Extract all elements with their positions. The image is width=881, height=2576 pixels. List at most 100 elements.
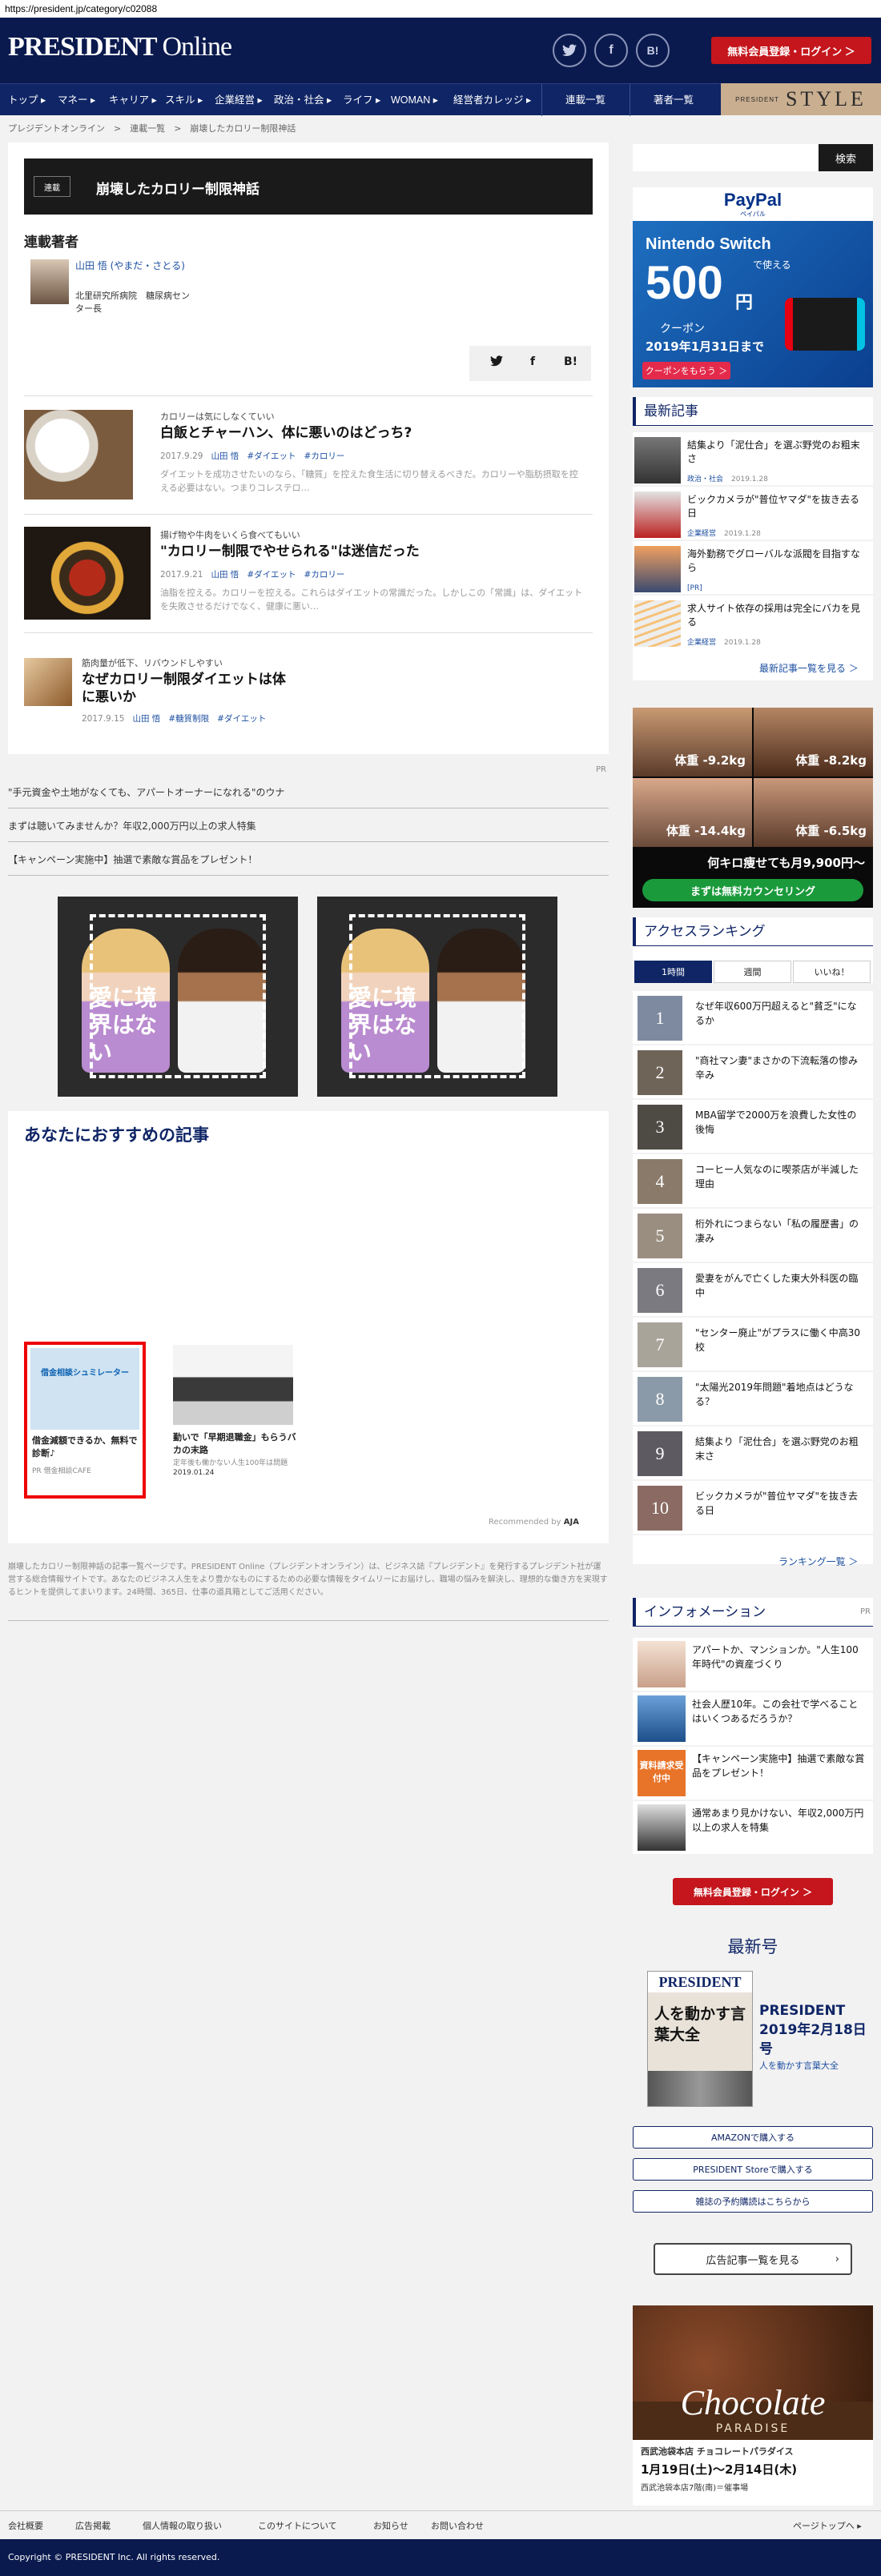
rank-number: 9 [638, 1431, 682, 1476]
article-tag[interactable]: #カロリー [304, 451, 345, 461]
footer-link-company[interactable]: 会社概要 [8, 2519, 43, 2532]
tab-likes[interactable]: いいね！ [793, 961, 871, 983]
page-top-link[interactable]: ページトップへ ▸ [793, 2519, 862, 2532]
article-author[interactable]: 山田 悟 [211, 451, 239, 461]
latest-heading: 最新記事 [633, 397, 873, 426]
pr-link[interactable]: 【キャンペーン実施中】抽選で素敵な賞品をプレゼント！ [8, 844, 609, 876]
nav-item-life[interactable]: ライフ ▸ [343, 84, 380, 116]
ranking-item[interactable]: 6 愛妻をがんで亡くした東大外科医の臨中 [633, 1263, 873, 1316]
recommend-item[interactable]: 借金相談シュミレーター 借金減額できるか、無料で診断♪ PR 借金相談CAFE [24, 1342, 146, 1499]
url-bar[interactable]: https://president.jp/category/c02088 [0, 0, 881, 18]
nav-item-politics[interactable]: 政治・社会 ▸ [274, 84, 332, 116]
search-input[interactable] [633, 144, 819, 171]
login-button[interactable]: 無料会員登録・ログイン ＞ [711, 37, 871, 64]
article-thumbnail[interactable] [24, 527, 151, 620]
ranking-item[interactable]: 9 結集より「泥仕合」を選ぶ野党のお粗末さ [633, 1426, 873, 1479]
display-ad[interactable]: 愛に境界はない [58, 897, 298, 1097]
article-thumbnail[interactable] [24, 410, 133, 500]
nav-item-career[interactable]: キャリア ▸ [109, 84, 157, 116]
latest-article[interactable]: ビックカメラが"普位ヤマダ"を抜き去る日 企業経営 2019.1.28 [633, 487, 873, 540]
tab-1hour[interactable]: 1時間 [634, 961, 712, 983]
footer-link-contact[interactable]: お問い合わせ [431, 2519, 484, 2532]
info-item[interactable]: 社会人歴10年。この会社で学べることはいくつあるだろうか？ [633, 1692, 873, 1745]
latest-thumb [634, 546, 681, 592]
facebook-icon[interactable]: f [594, 34, 628, 67]
buy-store-button[interactable]: PRESIDENT Storeで購入する [633, 2158, 873, 2181]
footer-link-about[interactable]: このサイトについて [258, 2519, 337, 2532]
ranking-item[interactable]: 3 MBA留学で2000万を浪費した女性の後悔 [633, 1100, 873, 1153]
latest-more-link[interactable]: 最新記事一覧を見る ＞ [759, 661, 859, 675]
hatena-bookmark-icon[interactable]: B! [636, 34, 670, 67]
ranking-item[interactable]: 10 ビックカメラが"普位ヤマダ"を抜き去る日 [633, 1481, 873, 1534]
nav-item-top[interactable]: トップ ▸ [8, 84, 46, 116]
recommend-item[interactable]: 勤いで「早期退職金」もらうバカの末路 定年後も働かない人生100年は問題 201… [173, 1345, 298, 1477]
nav-item-college[interactable]: 経営者カレッジ ▸ [453, 84, 531, 116]
pr-link[interactable]: "手元資金や土地がなくても、アパートオーナーになれる"のウナ [8, 776, 609, 809]
diet-ad-cta[interactable]: まずは無料カウンセリング [642, 879, 863, 901]
info-item[interactable]: 資料請求受付中 【キャンペーン実施中】抽選で素敵な賞品をプレゼント！ [633, 1747, 873, 1800]
paypal-cta[interactable]: クーポンをもらう ＞ [642, 362, 730, 379]
choco-title: Chocolate [680, 2383, 826, 2422]
author-role: 北里研究所病院 糖尿病センター長 [75, 291, 190, 314]
login-button[interactable]: 無料会員登録・ログイン ＞ [673, 1878, 833, 1905]
facebook-icon[interactable]: f [530, 355, 535, 368]
author-photo[interactable] [30, 259, 69, 304]
ranking-item[interactable]: 1 なぜ年収600万円超えると"貧乏"になるか [633, 991, 873, 1044]
buy-amazon-button[interactable]: AMAZONで購入する [633, 2126, 873, 2149]
ad-list-button[interactable]: 広告記事一覧を見る › [654, 2243, 852, 2275]
issue-title[interactable]: PRESIDENT 2019年2月18日号 [759, 2001, 871, 2059]
ranking-title: "太陽光2019年問題"着地点はどうなる？ [695, 1382, 854, 1407]
ranking-item[interactable]: 8 "太陽光2019年問題"着地点はどうなる？ [633, 1372, 873, 1425]
twitter-icon[interactable] [553, 34, 586, 67]
ranking-item[interactable]: 5 桁外れにつまらない「私の履歴書」の凄み [633, 1209, 873, 1262]
ranking-item[interactable]: 4 コーヒー人気なのに喫茶店が半減した理由 [633, 1154, 873, 1207]
footer-link-news[interactable]: お知らせ [373, 2519, 408, 2532]
article-tag[interactable]: #ダイエット [247, 451, 296, 461]
article-tag[interactable]: #カロリー [304, 570, 345, 580]
ranking-more-link[interactable]: ランキング一覧 ＞ [778, 1555, 858, 1568]
nav-series-list[interactable]: 連載一覧 [565, 84, 605, 116]
magazine-cover[interactable]: PRESIDENT 人を動かす言葉大全 [647, 1971, 753, 2107]
display-ad[interactable]: 愛に境界はない [317, 897, 557, 1097]
article-title[interactable]: 白飯とチャーハン、体に悪いのはどっち? [160, 424, 412, 442]
twitter-icon[interactable] [490, 355, 503, 370]
article-author[interactable]: 山田 悟 [211, 570, 239, 580]
search-button[interactable]: 検索 [819, 144, 873, 171]
ranking-item[interactable]: 7 "センター廃止"がプラスに働く中高30校 [633, 1318, 873, 1370]
latest-article[interactable]: 結集より「泥仕合」を選ぶ野党のお粗末さ 政治・社会 2019.1.28 [633, 432, 873, 485]
article-title[interactable]: なぜカロリー制限ダイエットは体に悪いか [82, 671, 290, 706]
author-name[interactable]: 山田 悟 (やまだ・さとる) [75, 259, 195, 273]
article-title[interactable]: "カロリー制限でやせられる"は迷信だった [160, 543, 420, 560]
ranking-item[interactable]: 2 "商社マン妻"まさかの下流転落の惨み辛み [633, 1045, 873, 1098]
article-tag[interactable]: #糖質制限 [168, 714, 209, 724]
nav-item-management[interactable]: 企業経営 ▸ [215, 84, 263, 116]
site-logo[interactable]: PRESIDENT Online [8, 32, 232, 62]
subscribe-button[interactable]: 雑誌の予約購読はこちらから [633, 2190, 873, 2213]
article-thumbnail[interactable] [24, 658, 72, 706]
info-thumb [638, 1641, 686, 1687]
info-item[interactable]: アパートか、マンションか。"人生100年時代"の資産づくり [633, 1638, 873, 1691]
hatena-bookmark-icon[interactable]: B! [564, 355, 577, 368]
chocolate-paradise-ad[interactable]: Chocolate PARADISE 西武池袋本店 チョコレートパラダイス 1月… [633, 2305, 873, 2506]
paypal-ad[interactable]: PayPal ペイパル Nintendo Switch で使える 500 円 ク… [633, 187, 873, 387]
pr-link[interactable]: まずは聴いてみませんか？年収2,000万円以上の求人特集 [8, 810, 609, 842]
article-tag[interactable]: #ダイエット [247, 570, 296, 580]
nav-item-woman[interactable]: WOMAN ▸ [391, 84, 438, 116]
info-item[interactable]: 通常あまり見かけない、年収2,000万円以上の求人を特集 [633, 1801, 873, 1854]
latest-article[interactable]: 求人サイト依存の採用は完全にバカを見る 企業経営 2019.1.28 [633, 596, 873, 648]
tab-weekly[interactable]: 週間 [714, 961, 791, 983]
recommended-by[interactable]: Recommended by AJA [489, 1518, 579, 1527]
latest-article[interactable]: 海外勤務でグローバルな派閥を目指すなら [PR] [633, 541, 873, 594]
diet-ad[interactable]: 体重 -9.2kg 体重 -8.2kg 体重 -14.4kg 体重 -6.5kg… [633, 708, 873, 908]
nav-item-money[interactable]: マネー ▸ [58, 84, 95, 116]
issue-subtitle[interactable]: 人を動かす言葉大全 [759, 2059, 871, 2072]
breadcrumb[interactable]: プレジデントオンライン > 連載一覧 > 崩壊したカロリー制限神話 [8, 122, 296, 134]
nav-authors-list[interactable]: 著者一覧 [654, 84, 694, 116]
article-tag[interactable]: #ダイエット [217, 714, 266, 724]
footer-link-ads[interactable]: 広告掲載 [75, 2519, 111, 2532]
president-style-link[interactable]: PRESIDENT STYLE [721, 83, 881, 115]
nav-item-skill[interactable]: スキル ▸ [165, 84, 203, 116]
rank-number: 4 [638, 1159, 682, 1204]
footer-link-privacy[interactable]: 個人情報の取り扱い [143, 2519, 222, 2532]
article-author[interactable]: 山田 悟 [132, 714, 160, 724]
